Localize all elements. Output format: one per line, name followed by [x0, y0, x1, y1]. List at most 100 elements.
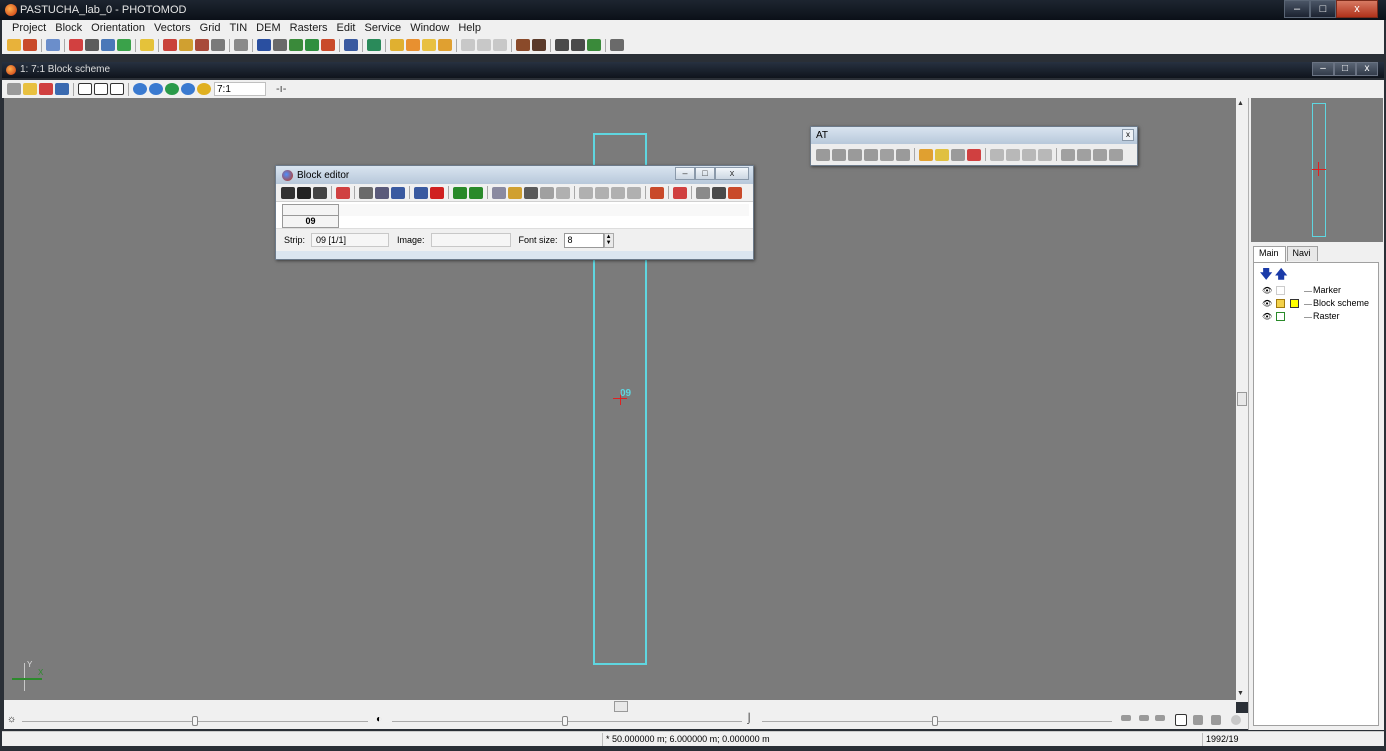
at-close-button[interactable]: x	[1122, 129, 1134, 141]
image-icon[interactable]	[524, 186, 538, 199]
minimize-button[interactable]: –	[1284, 0, 1310, 18]
view-option-6-icon[interactable]	[1231, 715, 1241, 725]
folder-icon[interactable]	[406, 39, 420, 51]
overview-map[interactable]	[1251, 98, 1383, 242]
points-icon[interactable]	[163, 39, 177, 51]
scroll-down-arrow-icon[interactable]: ▼	[1237, 690, 1244, 697]
contrast-slider-thumb[interactable]	[562, 716, 568, 726]
menu-project[interactable]: Project	[8, 20, 51, 36]
strip-properties-icon[interactable]	[391, 186, 405, 199]
tree-icon[interactable]	[305, 39, 319, 51]
at-delete-icon[interactable]	[967, 148, 981, 161]
vectors-icon[interactable]	[289, 39, 303, 51]
at-points-2-icon[interactable]	[1006, 148, 1020, 161]
font-size-input[interactable]: 8	[563, 232, 604, 248]
horizontal-scroll-thumb[interactable]	[614, 701, 628, 712]
at-adjust-icon[interactable]	[919, 148, 933, 161]
zoom-out-icon[interactable]	[149, 83, 163, 95]
block-editor-icon[interactable]	[69, 39, 83, 51]
view-mode-3-icon[interactable]	[110, 83, 124, 95]
shift-right-icon[interactable]	[595, 186, 609, 199]
menu-orientation[interactable]: Orientation	[87, 20, 150, 36]
block-properties-icon[interactable]	[46, 39, 60, 51]
horizontal-scrollbar[interactable]	[4, 700, 1236, 713]
flip-icon[interactable]	[508, 186, 522, 199]
menu-block[interactable]: Block	[51, 20, 87, 36]
menu-dem[interactable]: DEM	[252, 20, 285, 36]
hourglass-icon[interactable]	[540, 186, 554, 199]
view-option-2-icon[interactable]	[1139, 715, 1149, 721]
at-book-icon[interactable]	[832, 148, 846, 161]
open-project-icon[interactable]	[7, 39, 21, 51]
settings-icon[interactable]	[234, 39, 248, 51]
layer-row-marker[interactable]: 👁 Marker	[1254, 285, 1380, 298]
stereo-pair-icon[interactable]	[532, 39, 546, 51]
visibility-eye-icon[interactable]: 👁	[1262, 299, 1272, 308]
at-lightning-icon[interactable]	[935, 148, 949, 161]
view-option-1-icon[interactable]	[1121, 715, 1131, 721]
close-button[interactable]: x	[1336, 0, 1378, 18]
folder-save-icon[interactable]	[422, 39, 436, 51]
at-sqrt-icon[interactable]	[880, 148, 894, 161]
shift-up-icon[interactable]	[611, 186, 625, 199]
import-icon[interactable]	[453, 186, 467, 199]
menu-rasters[interactable]: Rasters	[286, 20, 333, 36]
at-block-icon[interactable]	[1061, 148, 1075, 161]
view-option-5-icon[interactable]	[1211, 715, 1221, 725]
book-icon[interactable]	[257, 39, 271, 51]
undo-icon[interactable]	[461, 39, 475, 51]
shift-left-icon[interactable]	[579, 186, 593, 199]
lightning-icon[interactable]	[140, 39, 154, 51]
camera-icon[interactable]	[117, 39, 131, 51]
edit-icon[interactable]	[712, 186, 726, 199]
monitor-icon[interactable]	[344, 39, 358, 51]
menu-service[interactable]: Service	[361, 20, 407, 36]
zoom-fit-icon[interactable]	[165, 83, 179, 95]
move-layer-up-icon[interactable]: 🡅	[1275, 265, 1287, 286]
view-option-4-icon[interactable]	[1193, 715, 1203, 725]
at-forward-icon[interactable]	[848, 148, 862, 161]
child-minimize-button[interactable]: –	[1312, 62, 1334, 76]
close-project-icon[interactable]	[23, 39, 37, 51]
folder-open-icon[interactable]	[390, 39, 404, 51]
at-title-bar[interactable]: AT x	[811, 127, 1137, 144]
child-close-button[interactable]: x	[1356, 62, 1378, 76]
copy-strip-icon[interactable]	[359, 186, 373, 199]
pencil-edit-icon[interactable]	[1276, 299, 1285, 308]
vertical-scrollbar[interactable]: ▲ ▼	[1236, 98, 1248, 702]
tab-navi[interactable]: Navi	[1286, 246, 1318, 261]
shift-down-icon[interactable]	[627, 186, 641, 199]
pin-icon[interactable]: -ı-	[276, 83, 286, 95]
strip-icon[interactable]	[85, 39, 99, 51]
tile-windows-icon[interactable]	[555, 39, 569, 51]
strip-table-row-area[interactable]	[339, 204, 749, 216]
find-icon[interactable]	[313, 186, 327, 199]
block-editor-maximize-button[interactable]: □	[695, 167, 715, 180]
block-layout-icon[interactable]	[673, 186, 687, 199]
move-up-icon[interactable]	[297, 186, 311, 199]
add-strip-icon[interactable]	[281, 186, 295, 199]
grid-select-icon[interactable]	[336, 186, 350, 199]
sync-icon[interactable]	[587, 39, 601, 51]
move-layer-down-icon[interactable]: 🡇	[1260, 265, 1272, 286]
vertical-scroll-thumb[interactable]	[1237, 392, 1247, 406]
strip-table-cell[interactable]: 09	[282, 216, 339, 228]
tree-expand-icon[interactable]	[1304, 304, 1312, 305]
menu-edit[interactable]: Edit	[333, 20, 361, 36]
visibility-eye-icon[interactable]: 👁	[1262, 286, 1272, 295]
at-report-icon[interactable]	[896, 148, 910, 161]
tie-points-icon[interactable]	[211, 39, 225, 51]
redo-icon[interactable]	[493, 39, 507, 51]
folder-refresh-icon[interactable]	[438, 39, 452, 51]
view-mode-2-icon[interactable]	[94, 83, 108, 95]
raster-arrow-icon[interactable]	[1276, 312, 1285, 321]
program-settings-icon[interactable]	[610, 39, 624, 51]
strip-table-header[interactable]	[282, 204, 339, 216]
history-icon[interactable]	[477, 39, 491, 51]
menu-grid[interactable]: Grid	[196, 20, 226, 36]
zoom-actual-icon[interactable]	[197, 83, 211, 95]
menu-vectors[interactable]: Vectors	[150, 20, 196, 36]
layer-color-swatch[interactable]	[1290, 299, 1299, 308]
zoom-level-input[interactable]	[214, 82, 266, 96]
rotate-icon[interactable]	[492, 186, 506, 199]
